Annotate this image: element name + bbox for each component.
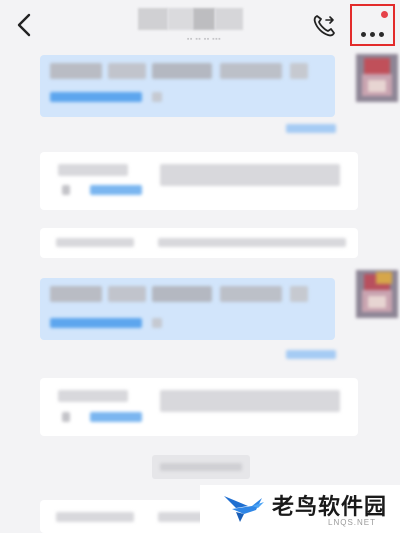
message-text <box>220 286 282 302</box>
avatar[interactable] <box>356 54 398 102</box>
call-button[interactable] <box>309 11 339 41</box>
message-link[interactable] <box>90 185 142 195</box>
message-text <box>108 63 146 79</box>
message-text <box>58 390 128 402</box>
read-status <box>286 124 336 133</box>
message-text <box>152 286 212 302</box>
incoming-message[interactable] <box>40 378 358 436</box>
chat-subtitle: ▪▪ ▪▪ ▪▪ ▪▪▪ <box>186 36 222 43</box>
message-text <box>152 318 162 328</box>
message-text <box>220 63 282 79</box>
message-text <box>62 185 70 195</box>
bird-logo-icon <box>224 496 264 522</box>
message-text <box>152 63 212 79</box>
message-text <box>158 238 346 247</box>
message-text <box>160 164 340 186</box>
more-horizontal-icon <box>361 24 388 42</box>
message-text <box>290 286 308 302</box>
outgoing-message[interactable] <box>40 278 335 340</box>
message-link[interactable] <box>90 412 142 422</box>
timestamp-text <box>160 463 242 471</box>
notification-dot <box>381 11 388 18</box>
back-button[interactable] <box>10 10 40 40</box>
phone-plus-icon <box>313 15 335 37</box>
message-text <box>50 63 102 79</box>
chat-title <box>138 8 243 30</box>
watermark-domain: LNQS.NET <box>328 518 377 527</box>
chevron-left-icon <box>17 13 31 37</box>
message-text <box>290 63 308 79</box>
chat-header: ▪▪ ▪▪ ▪▪ ▪▪▪ <box>0 0 400 52</box>
message-link[interactable] <box>50 92 142 102</box>
incoming-message[interactable] <box>40 152 358 210</box>
message-text <box>56 238 134 247</box>
message-text <box>160 390 340 412</box>
site-watermark: 老鸟软件园 LNQS.NET <box>200 485 400 533</box>
read-status <box>286 350 336 359</box>
message-text <box>108 286 146 302</box>
message-link[interactable] <box>50 318 142 328</box>
message-text <box>58 164 128 176</box>
message-text <box>56 512 134 522</box>
message-text <box>62 412 70 422</box>
message-text <box>50 286 102 302</box>
outgoing-message[interactable] <box>40 55 335 117</box>
more-options-button[interactable] <box>350 4 395 46</box>
timestamp-chip <box>152 455 250 479</box>
avatar[interactable] <box>356 270 398 318</box>
message-text <box>152 92 162 102</box>
watermark-name: 老鸟软件园 <box>272 495 388 520</box>
incoming-message[interactable] <box>40 228 358 258</box>
